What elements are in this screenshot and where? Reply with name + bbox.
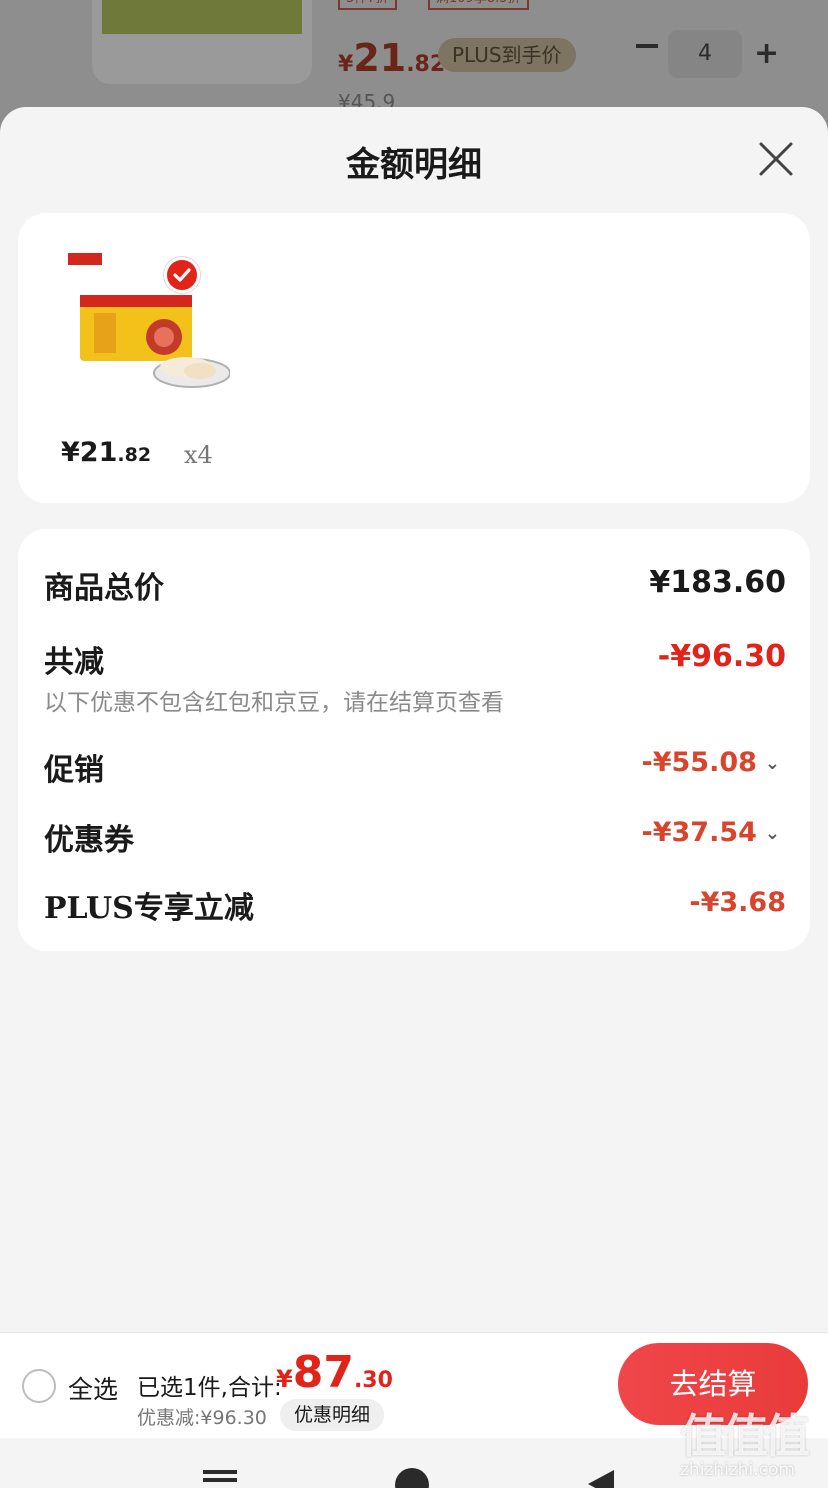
plus-reduction-value: -¥3.68 (689, 887, 786, 918)
coupon-label: 优惠券 (44, 823, 134, 858)
close-icon[interactable] (756, 139, 796, 179)
selected-check-icon[interactable] (164, 257, 200, 293)
amount-detail-sheet: 金额明细 ¥21.82 x4 商品总价 ¥183.60 共减 -¥96.30 以… (0, 107, 828, 1488)
sheet-title: 金额明细 (346, 145, 482, 185)
background-quantity: 4 (668, 30, 742, 78)
plus-reduction-label: PLUS专享立减 (44, 891, 254, 926)
total-reduction-label: 共减 (44, 645, 104, 680)
dumpling-package-image[interactable] (60, 245, 231, 405)
discount-summary: 优惠减:¥96.30 (137, 1407, 267, 1429)
product-quantity: x4 (184, 441, 213, 469)
background-discount-tag: 3件7折 (338, 0, 397, 10)
select-all-radio[interactable] (22, 1369, 56, 1403)
background-plus-icon: + (754, 36, 780, 71)
discount-detail-button[interactable]: 优惠明细 (280, 1399, 385, 1431)
total-price-label: 商品总价 (44, 571, 164, 606)
coupon-row-value[interactable]: -¥37.54 ⌄ (642, 817, 781, 848)
total-price-value: ¥183.60 (649, 565, 786, 600)
background-price: ¥21.82 (338, 36, 446, 80)
watermark-url: zhizhizhi.com (680, 1460, 795, 1480)
home-icon[interactable] (395, 1468, 429, 1488)
background-plus-badge: PLUS到手价 (438, 38, 576, 72)
promotion-row-value[interactable]: -¥55.08 ⌄ (642, 747, 781, 778)
background-discount-tag: 满109享8.5折 (428, 0, 529, 10)
product-card: ¥21.82 x4 (18, 213, 810, 503)
price-summary-card: 商品总价 ¥183.60 共减 -¥96.30 以下优惠不包含红包和京豆，请在结… (18, 529, 810, 951)
menu-icon[interactable] (203, 1470, 237, 1488)
watermark: 值值值 zhizhizhi.com (676, 1400, 826, 1488)
reduction-note: 以下优惠不包含红包和京豆，请在结算页查看 (44, 690, 504, 716)
chevron-down-icon: ⌄ (764, 823, 780, 844)
total-reduction-value: -¥96.30 (657, 639, 786, 674)
unit-price: ¥21.82 (61, 437, 152, 468)
chevron-down-icon: ⌄ (764, 753, 780, 774)
selected-count-text: 已选1件,合计: (137, 1375, 282, 1401)
back-icon[interactable] (588, 1470, 614, 1488)
background-minus-icon (636, 44, 658, 48)
grand-total: ¥87.30 (276, 1347, 393, 1398)
coupon-value: -¥37.54 (641, 817, 757, 848)
watermark-logo: 值值值 (680, 1409, 810, 1463)
select-all-label[interactable]: 全选 (68, 1370, 118, 1406)
background-product-thumbnail (92, 0, 312, 84)
promotion-label: 促销 (44, 753, 104, 788)
promotion-value: -¥55.08 (641, 747, 757, 778)
